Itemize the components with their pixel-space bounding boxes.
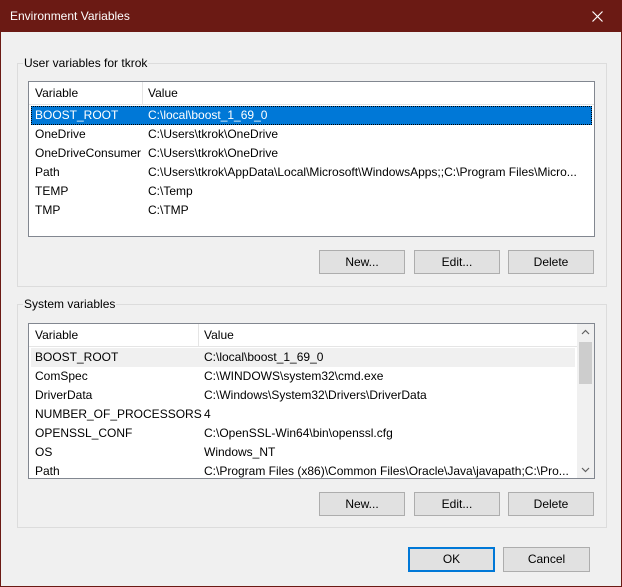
variable-name: OS [35, 445, 53, 459]
variable-value: 4 [204, 407, 211, 421]
variable-name: Path [35, 464, 60, 478]
user-edit-button[interactable]: Edit... [414, 250, 500, 274]
list-item[interactable]: OneDrive C:\Users\tkrok\OneDrive [31, 125, 592, 144]
scroll-down-arrow[interactable] [577, 461, 594, 478]
variable-value: C:\WINDOWS\system32\cmd.exe [204, 369, 384, 383]
variable-value: C:\local\boost_1_69_0 [148, 108, 268, 122]
variable-value: C:\Temp [148, 184, 193, 198]
list-item[interactable]: DriverData C:\Windows\System32\Drivers\Dr… [31, 386, 575, 405]
variable-name: Path [35, 165, 60, 179]
system-variables-list[interactable]: Variable Value BOOST_ROOT C:\local\boost_… [28, 323, 595, 479]
column-header-value[interactable]: Value [198, 324, 573, 347]
list-item[interactable]: BOOST_ROOT C:\local\boost_1_69_0 [31, 348, 575, 367]
variable-name: OneDriveConsumer [35, 146, 142, 160]
user-new-button[interactable]: New... [319, 250, 405, 274]
variable-name: OneDrive [35, 127, 86, 141]
list-item[interactable]: OS Windows_NT [31, 443, 575, 462]
system-list-scrollbar[interactable] [577, 324, 594, 478]
variable-name: BOOST_ROOT [35, 350, 119, 364]
list-item[interactable]: ComSpec C:\WINDOWS\system32\cmd.exe [31, 367, 575, 386]
variable-value: C:\TMP [148, 203, 189, 217]
list-item[interactable]: Path C:\Users\tkrok\AppData\Local\Microso… [31, 163, 592, 182]
column-header-value[interactable]: Value [142, 82, 592, 105]
environment-variables-dialog: Environment Variables User variables for… [0, 0, 622, 587]
system-variables-label: System variables [23, 297, 117, 311]
list-item[interactable]: NUMBER_OF_PROCESSORS 4 [31, 405, 575, 424]
variable-value: C:\Users\tkrok\AppData\Local\Microsoft\W… [148, 165, 577, 179]
scroll-thumb[interactable] [579, 342, 592, 384]
user-delete-button[interactable]: Delete [508, 250, 594, 274]
variable-name: OPENSSL_CONF [35, 426, 133, 440]
variable-value: C:\Program Files (x86)\Common Files\Orac… [204, 464, 569, 478]
variable-name: DriverData [35, 388, 93, 402]
title-bar[interactable]: Environment Variables [1, 1, 621, 32]
variable-value: C:\Users\tkrok\OneDrive [148, 146, 279, 160]
list-item[interactable]: OneDriveConsumer C:\Users\tkrok\OneDrive [31, 144, 592, 163]
variable-name: ComSpec [35, 369, 88, 383]
system-edit-button[interactable]: Edit... [414, 492, 500, 516]
user-variables-label: User variables for tkrok [23, 56, 149, 70]
list-item[interactable]: OPENSSL_CONF C:\OpenSSL-Win64\bin\openssl… [31, 424, 575, 443]
ok-button[interactable]: OK [408, 547, 495, 572]
variable-name: NUMBER_OF_PROCESSORS [35, 407, 202, 421]
system-delete-button[interactable]: Delete [508, 492, 594, 516]
variable-value: C:\local\boost_1_69_0 [204, 350, 324, 364]
system-list-header: Variable Value [29, 324, 577, 347]
close-icon [592, 11, 603, 22]
system-new-button[interactable]: New... [319, 492, 405, 516]
variable-value: Windows_NT [204, 445, 276, 459]
close-button[interactable] [575, 1, 621, 32]
chevron-down-icon [581, 467, 590, 473]
list-item[interactable]: TMP C:\TMP [31, 201, 592, 220]
window-title: Environment Variables [10, 9, 130, 23]
list-item[interactable]: BOOST_ROOT C:\local\boost_1_69_0 [31, 106, 592, 125]
user-list-header: Variable Value [29, 82, 594, 105]
user-variables-list[interactable]: Variable Value BOOST_ROOT C:\local\boost_… [28, 81, 595, 237]
chevron-up-icon [581, 329, 590, 335]
variable-value: C:\Windows\System32\Drivers\DriverData [204, 388, 427, 402]
cancel-button[interactable]: Cancel [503, 547, 590, 572]
variable-name: TMP [35, 203, 61, 217]
list-item[interactable]: Path C:\Program Files (x86)\Common Files\… [31, 462, 575, 478]
column-header-variable[interactable]: Variable [29, 82, 142, 105]
variable-value: C:\Users\tkrok\OneDrive [148, 127, 279, 141]
variable-value: C:\OpenSSL-Win64\bin\openssl.cfg [204, 426, 393, 440]
list-item[interactable]: TEMP C:\Temp [31, 182, 592, 201]
scroll-up-arrow[interactable] [577, 324, 594, 341]
column-header-variable[interactable]: Variable [29, 324, 198, 347]
variable-name: TEMP [35, 184, 69, 198]
variable-name: BOOST_ROOT [35, 108, 119, 122]
